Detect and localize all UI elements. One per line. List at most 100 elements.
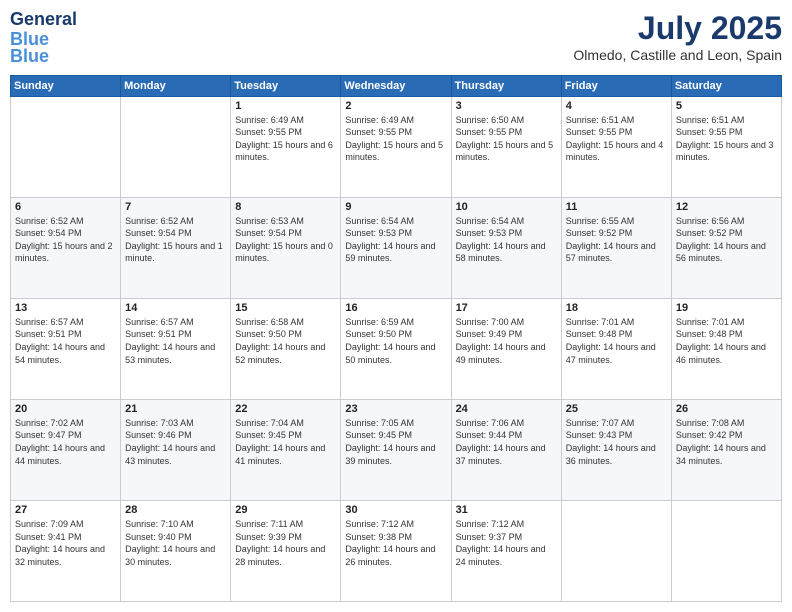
cell-details: Sunrise: 6:49 AM Sunset: 9:55 PM Dayligh…: [235, 114, 336, 164]
cell-details: Sunrise: 7:07 AM Sunset: 9:43 PM Dayligh…: [566, 417, 667, 467]
cell-details: Sunrise: 7:10 AM Sunset: 9:40 PM Dayligh…: [125, 518, 226, 568]
logo: GeneralBlue Blue: [10, 10, 77, 67]
cell-details: Sunrise: 6:57 AM Sunset: 9:51 PM Dayligh…: [15, 316, 116, 366]
calendar-day-header: Saturday: [671, 75, 781, 96]
calendar-cell: 15Sunrise: 6:58 AM Sunset: 9:50 PM Dayli…: [231, 298, 341, 399]
day-number: 29: [235, 504, 336, 516]
cell-details: Sunrise: 7:11 AM Sunset: 9:39 PM Dayligh…: [235, 518, 336, 568]
calendar-cell: 6 Sunrise: 6:52 AM Sunset: 9:54 PM Daylig…: [11, 197, 121, 298]
calendar-cell: 19 Sunrise: 7:01 AM Sunset: 9:48 PM Dayli…: [671, 298, 781, 399]
day-number: 16: [345, 302, 446, 314]
calendar-cell: 1Sunrise: 6:49 AM Sunset: 9:55 PM Daylig…: [231, 96, 341, 197]
day-number: 18: [566, 302, 667, 314]
day-number: 22: [235, 403, 336, 415]
calendar-cell: 20 Sunrise: 7:02 AM Sunset: 9:47 PM Dayli…: [11, 399, 121, 500]
cell-details: Sunrise: 6:57 AM Sunset: 9:51 PM Dayligh…: [125, 316, 226, 366]
calendar-week-row: 6 Sunrise: 6:52 AM Sunset: 9:54 PM Daylig…: [11, 197, 782, 298]
calendar-cell: 8Sunrise: 6:53 AM Sunset: 9:54 PM Daylig…: [231, 197, 341, 298]
cell-details: Sunrise: 7:00 AM Sunset: 9:49 PM Dayligh…: [456, 316, 557, 366]
cell-details: Sunrise: 6:59 AM Sunset: 9:50 PM Dayligh…: [345, 316, 446, 366]
cell-details: Sunrise: 7:05 AM Sunset: 9:45 PM Dayligh…: [345, 417, 446, 467]
calendar-cell: 9Sunrise: 6:54 AM Sunset: 9:53 PM Daylig…: [341, 197, 451, 298]
day-number: 20: [15, 403, 116, 415]
cell-details: Sunrise: 7:12 AM Sunset: 9:38 PM Dayligh…: [345, 518, 446, 568]
calendar-cell: 25 Sunrise: 7:07 AM Sunset: 9:43 PM Dayli…: [561, 399, 671, 500]
cell-details: Sunrise: 6:56 AM Sunset: 9:52 PM Dayligh…: [676, 215, 777, 265]
calendar-cell: 22 Sunrise: 7:04 AM Sunset: 9:45 PM Dayli…: [231, 399, 341, 500]
calendar-cell: 4 Sunrise: 6:51 AM Sunset: 9:55 PM Daylig…: [561, 96, 671, 197]
day-number: 14: [125, 302, 226, 314]
calendar-day-header: Thursday: [451, 75, 561, 96]
cell-details: Sunrise: 6:54 AM Sunset: 9:53 PM Dayligh…: [345, 215, 446, 265]
day-number: 21: [125, 403, 226, 415]
calendar-cell: [121, 96, 231, 197]
day-number: 10: [456, 201, 557, 213]
calendar-cell: 7 Sunrise: 6:52 AM Sunset: 9:54 PM Daylig…: [121, 197, 231, 298]
calendar-day-header: Monday: [121, 75, 231, 96]
cell-details: Sunrise: 6:54 AM Sunset: 9:53 PM Dayligh…: [456, 215, 557, 265]
calendar-cell: 29 Sunrise: 7:11 AM Sunset: 9:39 PM Dayli…: [231, 500, 341, 601]
day-number: 3: [456, 100, 557, 112]
calendar-week-row: 13 Sunrise: 6:57 AM Sunset: 9:51 PM Dayli…: [11, 298, 782, 399]
day-number: 2: [345, 100, 446, 112]
day-number: 4: [566, 100, 667, 112]
cell-details: Sunrise: 6:51 AM Sunset: 9:55 PM Dayligh…: [566, 114, 667, 164]
day-number: 31: [456, 504, 557, 516]
day-number: 25: [566, 403, 667, 415]
calendar-cell: 26Sunrise: 7:08 AM Sunset: 9:42 PM Dayli…: [671, 399, 781, 500]
calendar-cell: 21Sunrise: 7:03 AM Sunset: 9:46 PM Dayli…: [121, 399, 231, 500]
calendar-cell: 27 Sunrise: 7:09 AM Sunset: 9:41 PM Dayli…: [11, 500, 121, 601]
cell-details: Sunrise: 7:02 AM Sunset: 9:47 PM Dayligh…: [15, 417, 116, 467]
calendar-cell: [671, 500, 781, 601]
calendar-day-header: Sunday: [11, 75, 121, 96]
cell-details: Sunrise: 6:51 AM Sunset: 9:55 PM Dayligh…: [676, 114, 777, 164]
cell-details: Sunrise: 7:12 AM Sunset: 9:37 PM Dayligh…: [456, 518, 557, 568]
day-number: 7: [125, 201, 226, 213]
day-number: 5: [676, 100, 777, 112]
calendar-cell: 30 Sunrise: 7:12 AM Sunset: 9:38 PM Dayli…: [341, 500, 451, 601]
calendar-cell: 3 Sunrise: 6:50 AM Sunset: 9:55 PM Daylig…: [451, 96, 561, 197]
calendar-cell: 31 Sunrise: 7:12 AM Sunset: 9:37 PM Dayli…: [451, 500, 561, 601]
calendar-cell: 13 Sunrise: 6:57 AM Sunset: 9:51 PM Dayli…: [11, 298, 121, 399]
calendar-week-row: 27 Sunrise: 7:09 AM Sunset: 9:41 PM Dayli…: [11, 500, 782, 601]
day-number: 8: [235, 201, 336, 213]
calendar-header-row: SundayMondayTuesdayWednesdayThursdayFrid…: [11, 75, 782, 96]
day-number: 17: [456, 302, 557, 314]
header: GeneralBlue Blue July 2025 Olmedo, Casti…: [10, 10, 782, 67]
calendar-cell: [11, 96, 121, 197]
subtitle: Olmedo, Castille and Leon, Spain: [573, 47, 782, 63]
day-number: 23: [345, 403, 446, 415]
main-title: July 2025: [573, 10, 782, 47]
calendar-cell: 11Sunrise: 6:55 AM Sunset: 9:52 PM Dayli…: [561, 197, 671, 298]
day-number: 19: [676, 302, 777, 314]
calendar-cell: 10 Sunrise: 6:54 AM Sunset: 9:53 PM Dayli…: [451, 197, 561, 298]
day-number: 27: [15, 504, 116, 516]
cell-details: Sunrise: 7:01 AM Sunset: 9:48 PM Dayligh…: [676, 316, 777, 366]
cell-details: Sunrise: 6:50 AM Sunset: 9:55 PM Dayligh…: [456, 114, 557, 164]
calendar-cell: 28 Sunrise: 7:10 AM Sunset: 9:40 PM Dayli…: [121, 500, 231, 601]
day-number: 30: [345, 504, 446, 516]
calendar-cell: 5 Sunrise: 6:51 AM Sunset: 9:55 PM Daylig…: [671, 96, 781, 197]
cell-details: Sunrise: 7:09 AM Sunset: 9:41 PM Dayligh…: [15, 518, 116, 568]
calendar-cell: 18 Sunrise: 7:01 AM Sunset: 9:48 PM Dayli…: [561, 298, 671, 399]
calendar-cell: 14 Sunrise: 6:57 AM Sunset: 9:51 PM Dayli…: [121, 298, 231, 399]
cell-details: Sunrise: 6:52 AM Sunset: 9:54 PM Dayligh…: [15, 215, 116, 265]
calendar-cell: 23 Sunrise: 7:05 AM Sunset: 9:45 PM Dayli…: [341, 399, 451, 500]
logo-text: GeneralBlue: [10, 10, 77, 50]
calendar-table: SundayMondayTuesdayWednesdayThursdayFrid…: [10, 75, 782, 602]
day-number: 15: [235, 302, 336, 314]
calendar-cell: [561, 500, 671, 601]
cell-details: Sunrise: 7:04 AM Sunset: 9:45 PM Dayligh…: [235, 417, 336, 467]
calendar-week-row: 1Sunrise: 6:49 AM Sunset: 9:55 PM Daylig…: [11, 96, 782, 197]
calendar-cell: 12 Sunrise: 6:56 AM Sunset: 9:52 PM Dayli…: [671, 197, 781, 298]
calendar-cell: 16 Sunrise: 6:59 AM Sunset: 9:50 PM Dayli…: [341, 298, 451, 399]
day-number: 13: [15, 302, 116, 314]
day-number: 6: [15, 201, 116, 213]
day-number: 28: [125, 504, 226, 516]
cell-details: Sunrise: 7:01 AM Sunset: 9:48 PM Dayligh…: [566, 316, 667, 366]
title-block: July 2025 Olmedo, Castille and Leon, Spa…: [573, 10, 782, 63]
day-number: 12: [676, 201, 777, 213]
cell-details: Sunrise: 6:52 AM Sunset: 9:54 PM Dayligh…: [125, 215, 226, 265]
calendar-day-header: Wednesday: [341, 75, 451, 96]
calendar-cell: 24Sunrise: 7:06 AM Sunset: 9:44 PM Dayli…: [451, 399, 561, 500]
